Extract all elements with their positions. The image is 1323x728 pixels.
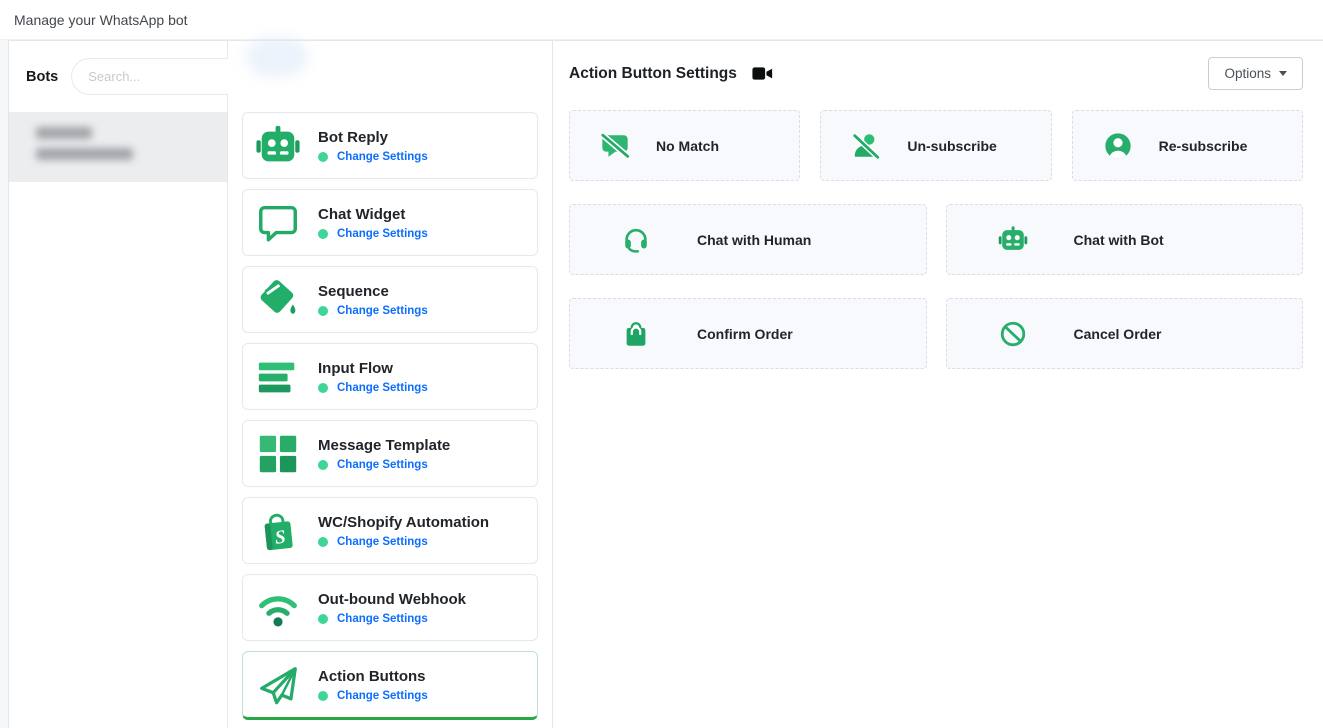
feature-title: Action Buttons bbox=[318, 668, 428, 685]
status-dot bbox=[318, 691, 328, 701]
change-settings-link[interactable]: Change Settings bbox=[337, 305, 428, 317]
action-button-confirm-order[interactable]: Confirm Order bbox=[569, 298, 927, 369]
action-button-resubscribe[interactable]: Re-subscribe bbox=[1072, 110, 1303, 181]
bot-phone-redacted bbox=[36, 148, 133, 160]
change-settings-link[interactable]: Change Settings bbox=[337, 690, 428, 702]
action-button-label: Chat with Bot bbox=[1074, 232, 1164, 248]
feature-card-action-buttons[interactable]: Action Buttons Change Settings bbox=[242, 651, 538, 720]
change-settings-link[interactable]: Change Settings bbox=[337, 228, 428, 240]
status-dot bbox=[318, 229, 328, 239]
content-area: Bots bbox=[8, 40, 1323, 728]
feature-list-panel: Bot Reply Change Settings Chat Widget Ch… bbox=[228, 40, 553, 728]
feature-title: Out-bound Webhook bbox=[318, 591, 466, 608]
svg-text:S: S bbox=[274, 526, 287, 548]
grid-icon bbox=[255, 431, 301, 477]
change-settings-link[interactable]: Change Settings bbox=[337, 459, 428, 471]
action-buttons-row-1: No Match Un-subscribe bbox=[569, 110, 1303, 181]
action-button-label: No Match bbox=[656, 138, 719, 154]
lines-icon bbox=[255, 354, 301, 400]
options-button[interactable]: Options bbox=[1208, 57, 1303, 90]
user-slash-icon bbox=[851, 131, 881, 161]
status-dot bbox=[318, 306, 328, 316]
action-button-label: Chat with Human bbox=[697, 232, 811, 248]
action-buttons-row-2: Chat with Human Chat with Bot bbox=[569, 204, 1303, 275]
feature-card-sequence[interactable]: Sequence Change Settings bbox=[242, 266, 538, 333]
feature-card-chat-widget[interactable]: Chat Widget Change Settings bbox=[242, 189, 538, 256]
action-button-unsubscribe[interactable]: Un-subscribe bbox=[820, 110, 1051, 181]
action-button-no-match[interactable]: No Match bbox=[569, 110, 800, 181]
feature-title: Message Template bbox=[318, 437, 450, 454]
action-button-settings-panel: Action Button Settings Options bbox=[553, 40, 1323, 728]
robot-icon bbox=[255, 123, 301, 169]
feature-card-input-flow[interactable]: Input Flow Change Settings bbox=[242, 343, 538, 410]
action-button-label: Cancel Order bbox=[1074, 326, 1162, 342]
caret-down-icon bbox=[1279, 71, 1287, 76]
status-dot bbox=[318, 537, 328, 547]
panel-title: Action Button Settings bbox=[569, 65, 737, 83]
bot-list-item-selected[interactable] bbox=[9, 112, 227, 182]
bots-sidebar-header: Bots bbox=[9, 41, 227, 112]
action-button-cancel-order[interactable]: Cancel Order bbox=[946, 298, 1304, 369]
bots-heading: Bots bbox=[26, 69, 58, 85]
feature-title: Sequence bbox=[318, 283, 428, 300]
user-circle-icon bbox=[1103, 131, 1133, 161]
action-buttons-row-3: Confirm Order Cancel Order bbox=[569, 298, 1303, 369]
topbar: Manage your WhatsApp bot bbox=[0, 0, 1323, 40]
status-dot bbox=[318, 383, 328, 393]
headset-icon bbox=[621, 225, 651, 255]
feature-title: Bot Reply bbox=[318, 129, 428, 146]
shopify-bag-icon: S bbox=[255, 508, 301, 554]
feature-card-outbound-webhook[interactable]: Out-bound Webhook Change Settings bbox=[242, 574, 538, 641]
feature-title: Input Flow bbox=[318, 360, 428, 377]
action-button-label: Un-subscribe bbox=[907, 138, 996, 154]
change-settings-link[interactable]: Change Settings bbox=[337, 151, 428, 163]
action-button-label: Confirm Order bbox=[697, 326, 793, 342]
options-button-label: Options bbox=[1224, 66, 1271, 81]
status-dot bbox=[318, 614, 328, 624]
page-title: Manage your WhatsApp bot bbox=[14, 12, 188, 28]
action-button-label: Re-subscribe bbox=[1159, 138, 1248, 154]
paint-bucket-icon bbox=[255, 277, 301, 323]
feature-card-shopify-automation[interactable]: S WC/Shopify Automation Change Settings bbox=[242, 497, 538, 564]
feature-title: Chat Widget bbox=[318, 206, 428, 223]
change-settings-link[interactable]: Change Settings bbox=[337, 613, 428, 625]
bot-name-redacted bbox=[36, 127, 92, 139]
change-settings-link[interactable]: Change Settings bbox=[337, 382, 428, 394]
chat-slash-icon bbox=[600, 131, 630, 161]
blurred-artifact bbox=[246, 37, 308, 77]
action-button-chat-with-bot[interactable]: Chat with Bot bbox=[946, 204, 1304, 275]
wifi-icon bbox=[255, 585, 301, 631]
feature-card-message-template[interactable]: Message Template Change Settings bbox=[242, 420, 538, 487]
panel-header: Action Button Settings Options bbox=[569, 57, 1303, 90]
shopping-bag-icon bbox=[621, 319, 651, 349]
paper-plane-icon bbox=[255, 662, 301, 708]
action-button-chat-with-human[interactable]: Chat with Human bbox=[569, 204, 927, 275]
feature-title: WC/Shopify Automation bbox=[318, 514, 489, 531]
ban-icon bbox=[998, 319, 1028, 349]
feature-card-bot-reply[interactable]: Bot Reply Change Settings bbox=[242, 112, 538, 179]
bots-sidebar: Bots bbox=[8, 40, 228, 728]
feature-card-list: Bot Reply Change Settings Chat Widget Ch… bbox=[242, 112, 538, 720]
change-settings-link[interactable]: Change Settings bbox=[337, 536, 428, 548]
video-camera-icon[interactable] bbox=[752, 66, 773, 81]
chat-bubble-icon bbox=[255, 200, 301, 246]
status-dot bbox=[318, 460, 328, 470]
status-dot bbox=[318, 152, 328, 162]
robot-icon bbox=[998, 225, 1028, 255]
